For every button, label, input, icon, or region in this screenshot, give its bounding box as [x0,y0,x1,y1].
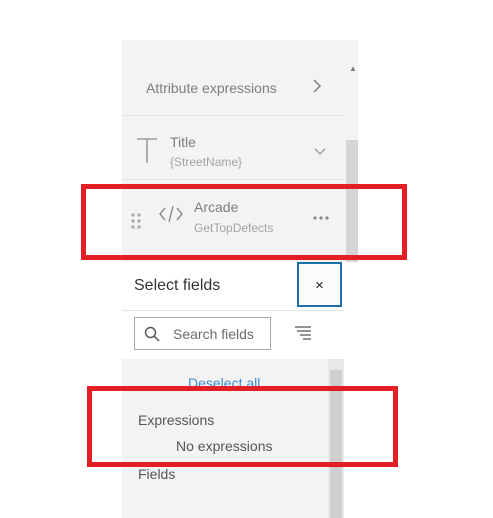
search-icon [144,326,160,342]
header-divider [122,310,344,311]
attribute-expressions-label: Attribute expressions [146,80,277,96]
title-element-label: Title [170,134,196,150]
search-input[interactable] [173,326,268,342]
scroll-up-arrow-icon[interactable]: ▲ [349,65,357,73]
close-icon: × [315,277,324,294]
cut-off-top-row: · · [122,40,344,48]
cut-off-text: · [144,40,148,44]
chevron-right-icon[interactable] [312,79,322,98]
title-text-icon [136,137,158,165]
highlight-box-expressions [87,386,398,467]
row-divider [122,115,344,116]
fields-heading: Fields [138,466,176,482]
sort-icon[interactable] [294,325,312,341]
highlight-box-arcade [81,184,407,260]
search-field-box[interactable] [134,317,271,350]
title-element-value: {StreetName} [170,155,243,169]
select-fields-title: Select fields [134,277,221,294]
cut-off-text-2: · [186,40,190,44]
chevron-down-icon[interactable] [314,145,326,159]
close-button[interactable]: × [297,262,342,307]
